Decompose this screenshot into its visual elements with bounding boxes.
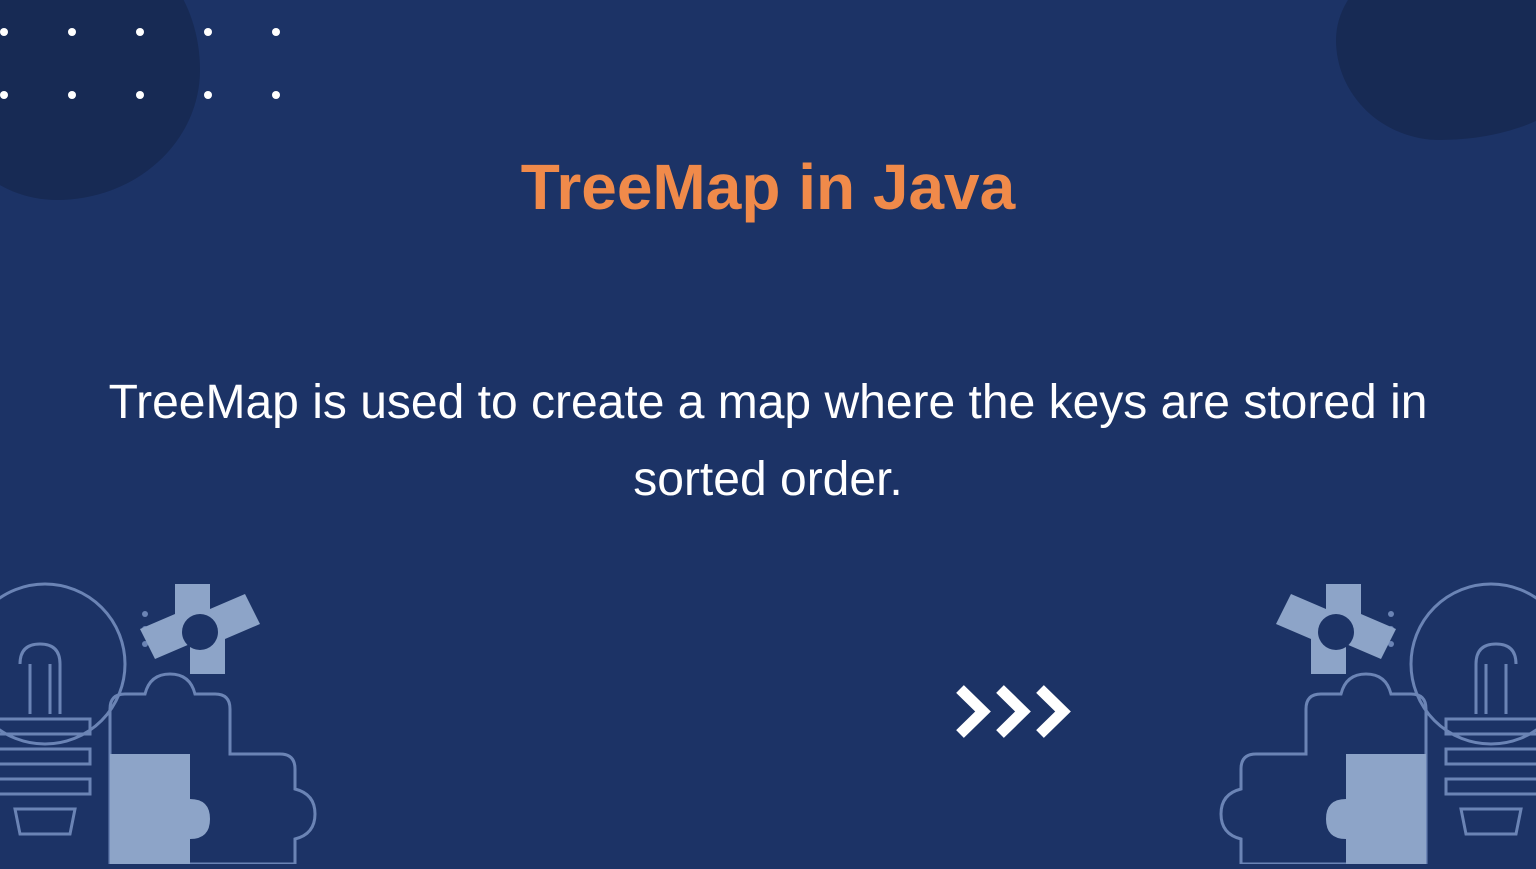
slide-description: TreeMap is used to create a map where th… [68,365,1468,519]
decorative-blob-top-right [1336,0,1536,140]
dot-grid-decoration [0,28,280,99]
next-arrows-icon[interactable] [955,684,1085,739]
slide-title: TreeMap in Java [521,150,1015,224]
lightbulb-gear-puzzle-graphic-left [0,554,320,864]
lightbulb-gear-puzzle-graphic-right [1216,554,1536,864]
